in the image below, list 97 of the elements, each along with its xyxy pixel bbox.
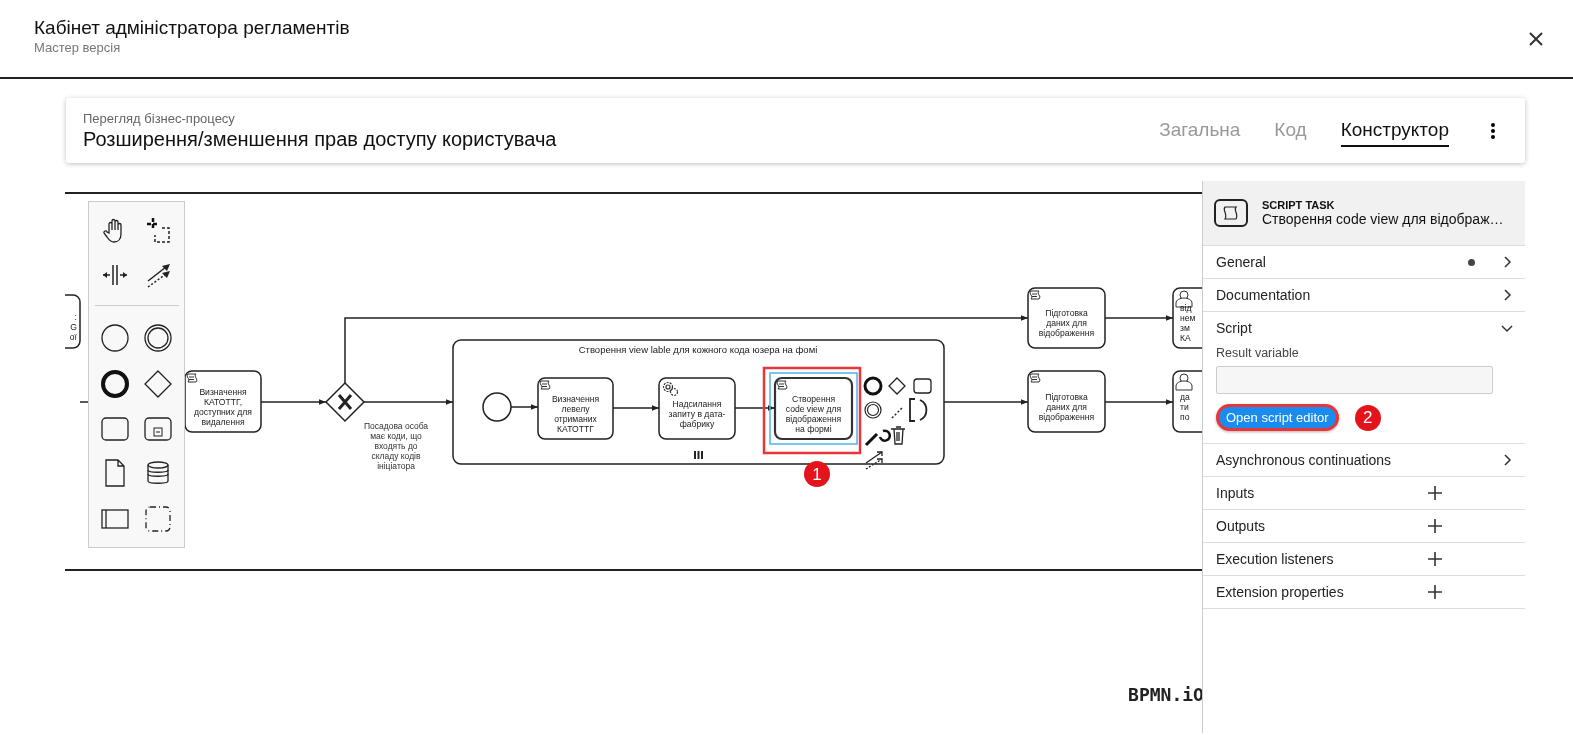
- task-label: Надсилання запиту в дата- фабрику: [668, 398, 726, 429]
- script-icon: [1029, 290, 1041, 300]
- section-header[interactable]: Script: [1203, 312, 1525, 344]
- result-variable-field[interactable]: [1216, 366, 1493, 394]
- sequence-flow[interactable]: [943, 399, 1029, 405]
- task[interactable]: [184, 370, 262, 433]
- end-event-icon[interactable]: [863, 376, 883, 396]
- lasso-tool-icon[interactable]: [144, 216, 173, 245]
- task-label: Визначення КАТОТТГ, доступних для видалення: [194, 386, 252, 427]
- start-event-icon[interactable]: [99, 322, 130, 353]
- gear-icon: [662, 381, 679, 397]
- element-name: Створення code view для відображ…: [1262, 211, 1504, 227]
- subprocess-icon[interactable]: [143, 415, 174, 442]
- section-header[interactable]: Extension properties: [1203, 576, 1525, 608]
- sequence-flow[interactable]: [344, 315, 1029, 384]
- add-icon[interactable]: [1428, 585, 1442, 599]
- task-label: Визначення левелу отриманих КАТОТТГ: [551, 393, 600, 434]
- field-label: Result variable: [1216, 346, 1300, 360]
- section-header[interactable]: Documentation: [1203, 279, 1525, 311]
- exclusive-gateway[interactable]: [324, 381, 366, 423]
- intermediate-event-icon[interactable]: [143, 322, 174, 353]
- sequence-flow[interactable]: [1104, 399, 1174, 405]
- task-label: Підготовка даних для відображення: [1038, 308, 1095, 338]
- user-icon: [1175, 373, 1193, 391]
- sequence-flow[interactable]: [363, 399, 454, 405]
- script-icon: [776, 380, 788, 390]
- chevron-right-icon[interactable]: [1501, 289, 1513, 301]
- task-label: Створення code view для відображення на формі: [785, 393, 842, 434]
- annotation-icon[interactable]: [909, 398, 928, 422]
- add-icon[interactable]: [1428, 486, 1442, 500]
- task-icon[interactable]: [913, 378, 932, 394]
- task[interactable]: [537, 377, 614, 440]
- section-title: Execution listeners: [1216, 551, 1335, 567]
- section-header[interactable]: General: [1203, 246, 1525, 278]
- end-event-icon[interactable]: [99, 369, 130, 400]
- group-icon[interactable]: [144, 504, 173, 533]
- task[interactable]: [1172, 287, 1202, 349]
- close-icon[interactable]: [1528, 30, 1544, 47]
- app-title: Кабінет адміністратора регламентів: [34, 16, 350, 40]
- section-title: Documentation: [1216, 287, 1312, 303]
- chevron-right-icon[interactable]: [1501, 454, 1513, 466]
- app-subtitle: Мастер версія: [34, 40, 122, 55]
- script-icon: [186, 373, 198, 383]
- sequence-flow[interactable]: [510, 404, 539, 410]
- wrench-icon[interactable]: [864, 429, 891, 447]
- chevron-down-icon[interactable]: [1501, 322, 1513, 334]
- more-menu-icon[interactable]: [1491, 122, 1495, 139]
- element-type: SCRIPT TASK: [1262, 199, 1336, 211]
- section-header[interactable]: Asynchronous continuations: [1203, 444, 1525, 476]
- data-store-icon[interactable]: [145, 460, 172, 487]
- intermediate-event-icon[interactable]: [864, 401, 882, 419]
- section-header[interactable]: Inputs: [1203, 477, 1525, 509]
- task-icon[interactable]: [99, 415, 130, 442]
- connect-icon[interactable]: [865, 451, 883, 470]
- chevron-right-icon[interactable]: [1501, 256, 1513, 268]
- section-title: General: [1216, 254, 1267, 270]
- process-title: Розширення/зменшення прав доступу користувача: [83, 127, 557, 151]
- sequence-flow[interactable]: [734, 405, 776, 411]
- section-title: Extension properties: [1216, 584, 1345, 600]
- section-header[interactable]: Outputs: [1203, 510, 1525, 542]
- sequence-flow[interactable]: [260, 399, 327, 405]
- tab[interactable]: Конструктор: [1340, 114, 1449, 147]
- start-event[interactable]: [482, 392, 512, 422]
- add-icon[interactable]: [1428, 552, 1442, 566]
- task-label: від нем зм КА: [1180, 303, 1196, 343]
- task[interactable]: [658, 377, 736, 440]
- task[interactable]: [1027, 287, 1106, 349]
- script-task-icon: [1214, 199, 1248, 227]
- status-dot: [1468, 258, 1475, 266]
- task[interactable]: [65, 294, 81, 349]
- process-caption: Перегляд бізнес-процесу: [83, 110, 236, 126]
- sequence-flow[interactable]: [1104, 315, 1174, 321]
- section-title: Inputs: [1216, 485, 1256, 501]
- trash-icon[interactable]: [890, 426, 906, 445]
- subprocess[interactable]: [452, 339, 945, 465]
- add-icon[interactable]: [1428, 519, 1442, 533]
- data-object-icon[interactable]: [102, 458, 127, 489]
- section-header[interactable]: Execution listeners: [1203, 543, 1525, 575]
- step-badge: 1: [804, 461, 830, 487]
- gateway-label: Посадова особа має коди, що входять до складу кодів ініціатора: [363, 421, 429, 471]
- section-title: Script: [1216, 320, 1253, 336]
- script-icon: [539, 380, 551, 390]
- association-icon[interactable]: [891, 406, 904, 419]
- sequence-flow[interactable]: [612, 405, 660, 411]
- gateway-icon[interactable]: [888, 377, 906, 395]
- task-label: Підготовка даних для відображення: [1038, 391, 1095, 422]
- section-title: Outputs: [1216, 518, 1267, 534]
- subprocess-title: Створення view lable для кожного кода юзера на фомі: [578, 344, 818, 355]
- task-label: : G ої: [69, 311, 77, 342]
- task[interactable]: [1027, 370, 1106, 433]
- multi-instance-icon: [694, 451, 703, 459]
- pool-icon[interactable]: [99, 507, 130, 530]
- step-badge: 2: [1354, 404, 1381, 431]
- section-title: Asynchronous continuations: [1216, 452, 1393, 468]
- script-icon: [1029, 373, 1041, 383]
- gateway-icon[interactable]: [143, 369, 174, 400]
- task-label: да ти по: [1180, 391, 1190, 422]
